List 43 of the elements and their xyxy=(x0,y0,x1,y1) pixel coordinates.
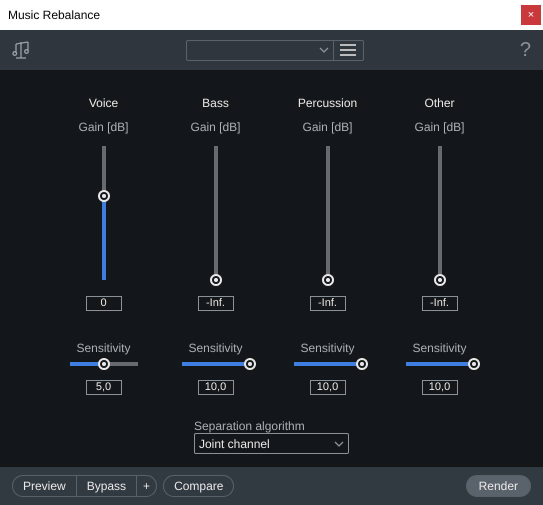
gain-label: Gain [dB] xyxy=(302,119,353,134)
slider-thumb[interactable] xyxy=(210,274,222,286)
sensitivity-value-field[interactable]: 5,0 xyxy=(86,380,122,395)
sensitivity-value-field[interactable]: 10,0 xyxy=(310,380,346,395)
render-button[interactable]: Render xyxy=(466,475,531,497)
channel-name: Percussion xyxy=(298,95,358,112)
sensitivity-label: Sensitivity xyxy=(76,340,131,355)
sensitivity-value-field[interactable]: 10,0 xyxy=(422,380,458,395)
bypass-button[interactable]: Bypass xyxy=(76,476,136,496)
close-button[interactable]: × xyxy=(521,5,541,25)
gain-value-field[interactable]: -Inf. xyxy=(422,296,458,311)
menu-button[interactable] xyxy=(334,40,364,60)
chevron-down-icon xyxy=(318,47,329,53)
gain-label: Gain [dB] xyxy=(78,119,129,134)
slider-thumb[interactable] xyxy=(434,274,446,286)
menu-icon xyxy=(340,44,356,56)
slider-thumb[interactable] xyxy=(322,274,334,286)
gain-label: Gain [dB] xyxy=(190,119,241,134)
sensitivity-label: Sensitivity xyxy=(188,340,243,355)
sensitivity-label: Sensitivity xyxy=(412,340,467,355)
separation-label: Separation algorithm xyxy=(194,418,306,433)
compare-button[interactable]: Compare xyxy=(163,475,234,497)
slider-thumb[interactable] xyxy=(468,358,480,370)
slider-thumb[interactable] xyxy=(356,358,368,370)
channel-name: Voice xyxy=(88,95,118,112)
sensitivity-value-field[interactable]: 10,0 xyxy=(198,380,234,395)
help-button[interactable]: ? xyxy=(520,35,531,65)
slider-thumb[interactable] xyxy=(98,190,110,202)
window-title: Music Rebalance xyxy=(8,7,100,24)
slider-thumb[interactable] xyxy=(244,358,256,370)
sensitivity-label: Sensitivity xyxy=(300,340,355,355)
balance-music-icon[interactable] xyxy=(12,40,30,60)
slider-thumb[interactable] xyxy=(98,358,110,370)
gain-value-field[interactable]: 0 xyxy=(86,296,122,311)
preview-button[interactable]: Preview xyxy=(13,476,76,496)
channel-name: Other xyxy=(424,95,454,112)
gain-value-field[interactable]: -Inf. xyxy=(198,296,234,311)
gain-value-field[interactable]: -Inf. xyxy=(310,296,346,311)
chevron-down-icon xyxy=(334,440,344,446)
gain-label: Gain [dB] xyxy=(414,119,465,134)
algorithm-dropdown[interactable]: Joint channel xyxy=(194,433,349,454)
channel-name: Bass xyxy=(202,95,229,112)
add-button[interactable]: + xyxy=(136,476,156,496)
